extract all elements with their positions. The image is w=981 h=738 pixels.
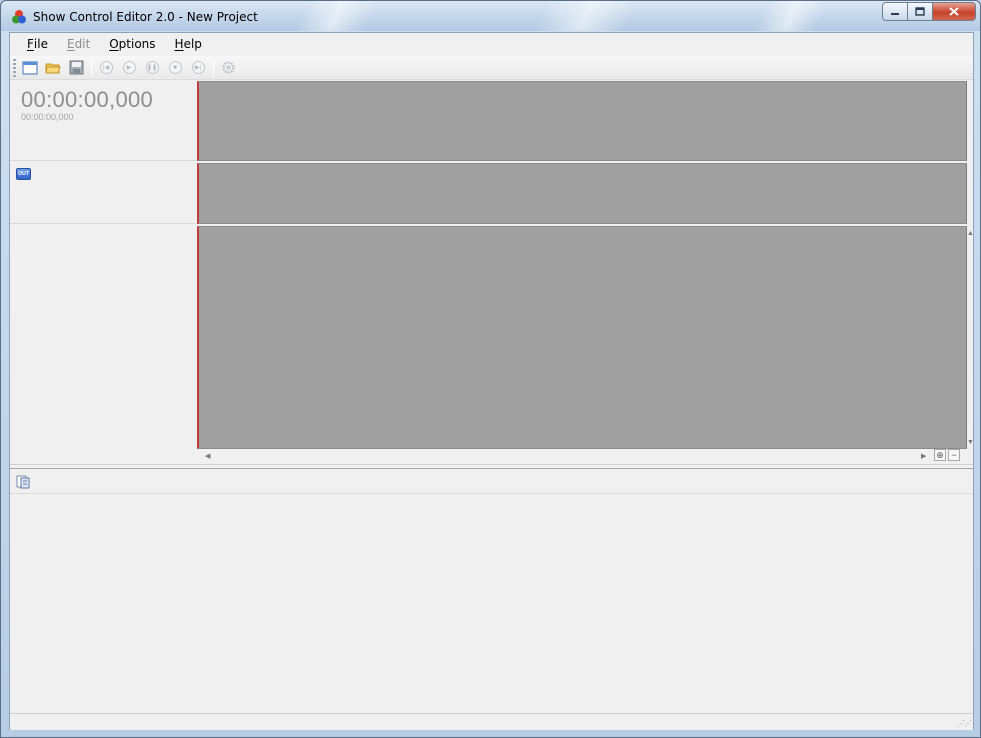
menu-file[interactable]: File — [16, 37, 56, 51]
new-project-button[interactable] — [20, 58, 40, 78]
timecode-secondary: 00:00:00,000 — [21, 112, 74, 122]
skip-end-button[interactable]: ▶| — [188, 58, 208, 78]
vertical-scrollbar[interactable]: ▲ ▼ — [967, 226, 974, 449]
settings-button[interactable] — [218, 58, 238, 78]
minimize-button[interactable] — [882, 2, 908, 21]
menu-help[interactable]: Help — [164, 37, 210, 51]
zoom-in-button[interactable]: ⊕ — [934, 449, 946, 461]
save-project-button[interactable] — [66, 58, 86, 78]
scroll-left-icon[interactable]: ◀ — [205, 452, 210, 460]
toolbar-separator — [213, 58, 214, 77]
pause-button[interactable]: ❚❚ — [142, 58, 162, 78]
menu-edit[interactable]: Edit — [56, 37, 98, 51]
timeline-track-output[interactable] — [197, 163, 967, 224]
menu-file-label: ile — [33, 37, 48, 51]
main-toolbar: |◀ ▶ ❚❚ ■ ▶| — [10, 56, 973, 80]
menu-options[interactable]: Options — [98, 37, 163, 51]
title-bar-glare — [294, 1, 378, 31]
maximize-button[interactable] — [908, 2, 933, 21]
status-bar: ⋰⋰ — [10, 713, 973, 730]
menu-edit-label: dit — [74, 37, 91, 51]
maximize-icon — [915, 7, 925, 16]
rgb-circles-icon[interactable] — [11, 9, 27, 25]
timecode-main: 00:00:00,000 — [21, 87, 154, 112]
skip-start-icon: |◀ — [99, 61, 113, 74]
menu-options-label: ptions — [118, 37, 156, 51]
menu-edit-accel: E — [66, 37, 75, 51]
toolbar-grip[interactable] — [13, 58, 16, 77]
track-header-output[interactable]: OUT — [10, 162, 197, 224]
menu-help-label: elp — [183, 37, 202, 51]
toolbar-separator — [91, 58, 92, 77]
timeline-ruler[interactable] — [197, 81, 967, 161]
stop-button[interactable]: ■ — [165, 58, 185, 78]
rewind-start-button[interactable]: |◀ — [96, 58, 116, 78]
new-window-icon — [22, 61, 38, 74]
gear-icon — [222, 61, 234, 74]
properties-icon[interactable] — [16, 475, 30, 489]
client-area: File Edit Options Help |◀ ▶ ❚❚ ■ ▶| 00:0… — [9, 32, 974, 730]
menu-file-accel: F — [27, 37, 34, 51]
caption-buttons — [882, 2, 976, 22]
title-bar[interactable]: Show Control Editor 2.0 - New Project — [1, 1, 980, 31]
play-button[interactable]: ▶ — [119, 58, 139, 78]
timecode-display: 00:00:00,000 00:00:00,000 — [10, 81, 197, 161]
play-icon: ▶ — [122, 61, 136, 74]
track-header-area — [10, 226, 197, 464]
title-bar-glare — [754, 1, 828, 31]
properties-toolbar — [10, 470, 973, 494]
scroll-up-icon[interactable]: ▲ — [967, 230, 974, 237]
output-track-icon: OUT — [16, 168, 31, 180]
timeline-cue-area[interactable] — [197, 226, 967, 449]
window-title: Show Control Editor 2.0 - New Project — [33, 10, 258, 24]
menu-options-accel: O — [109, 37, 119, 51]
close-icon — [949, 7, 959, 16]
open-project-button[interactable] — [43, 58, 63, 78]
close-button[interactable] — [933, 2, 976, 21]
application-window: Show Control Editor 2.0 - New Project Fi… — [0, 0, 981, 738]
skip-end-icon: ▶| — [191, 61, 205, 74]
menu-help-accel: H — [174, 37, 184, 51]
menu-bar: File Edit Options Help — [10, 33, 973, 55]
scroll-down-icon[interactable]: ▼ — [967, 439, 974, 446]
folder-open-icon — [45, 63, 61, 73]
horizontal-scrollbar[interactable]: ◀ ▶ — [197, 449, 967, 464]
zoom-out-icon: − — [951, 450, 957, 460]
zoom-controls: ⊕ − — [934, 449, 962, 461]
minimize-icon — [891, 12, 899, 15]
panel-splitter[interactable] — [10, 464, 973, 469]
pause-icon: ❚❚ — [145, 61, 159, 74]
stop-icon: ■ — [168, 61, 182, 74]
title-bar-glare — [534, 1, 638, 31]
zoom-out-button[interactable]: − — [948, 449, 960, 461]
resize-grip-icon[interactable]: ⋰⋰ — [957, 720, 972, 728]
floppy-disk-icon — [69, 60, 83, 75]
scroll-right-icon[interactable]: ▶ — [921, 452, 926, 460]
zoom-in-icon: ⊕ — [936, 449, 944, 460]
